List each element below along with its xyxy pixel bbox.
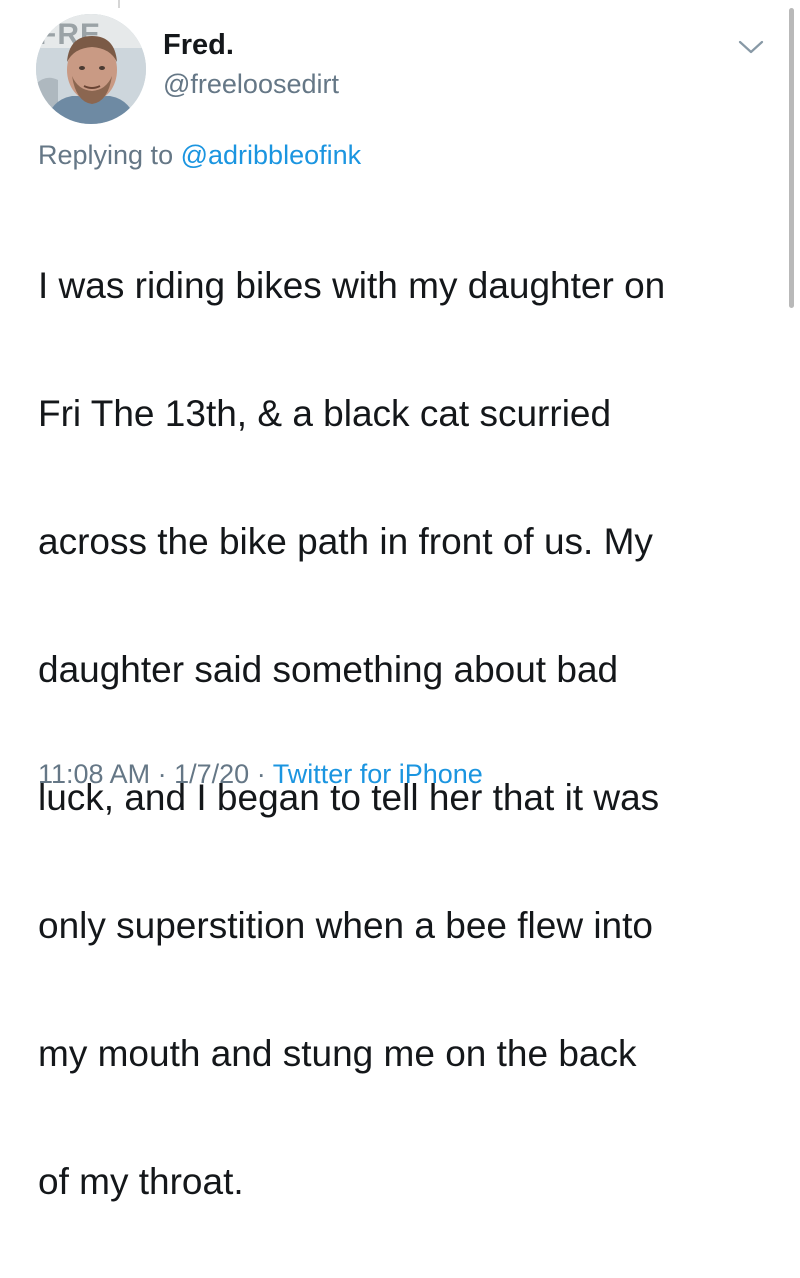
tweet-date[interactable]: 1/7/20 [174, 759, 249, 789]
user-handle[interactable]: @freeloosedirt [163, 68, 339, 100]
tweet-line: Fri The 13th, & a black cat scurried [38, 393, 612, 434]
avatar[interactable]: FRE [36, 14, 146, 124]
tweet-text: I was riding bikes with my daughter on F… [38, 190, 783, 1278]
replying-to: Replying to @adribbleofink [38, 139, 361, 171]
avatar-image: FRE [36, 14, 146, 124]
tweet-line: of my throat. [38, 1161, 244, 1202]
tweet-line: I was riding bikes with my daughter on [38, 265, 666, 306]
scrollbar[interactable] [789, 8, 794, 308]
chevron-down-icon[interactable] [736, 36, 766, 58]
meta-separator: · [157, 759, 167, 789]
thread-connector [118, 0, 120, 8]
tweet-source-link[interactable]: Twitter for iPhone [273, 759, 483, 789]
tweet-line: daughter said something about bad [38, 649, 619, 690]
tweet-line: my mouth and stung me on the back [38, 1033, 637, 1074]
display-name[interactable]: Fred. [163, 28, 234, 62]
meta-separator: · [256, 759, 266, 789]
tweet-line: across the bike path in front of us. My [38, 521, 653, 562]
reply-mention-link[interactable]: @adribbleofink [181, 140, 362, 170]
tweet-metadata: 11:08 AM · 1/7/20 · Twitter for iPhone [38, 758, 483, 790]
tweet-line: only superstition when a bee flew into [38, 905, 653, 946]
replying-to-label: Replying to [38, 140, 174, 170]
tweet-time[interactable]: 11:08 AM [38, 759, 150, 789]
